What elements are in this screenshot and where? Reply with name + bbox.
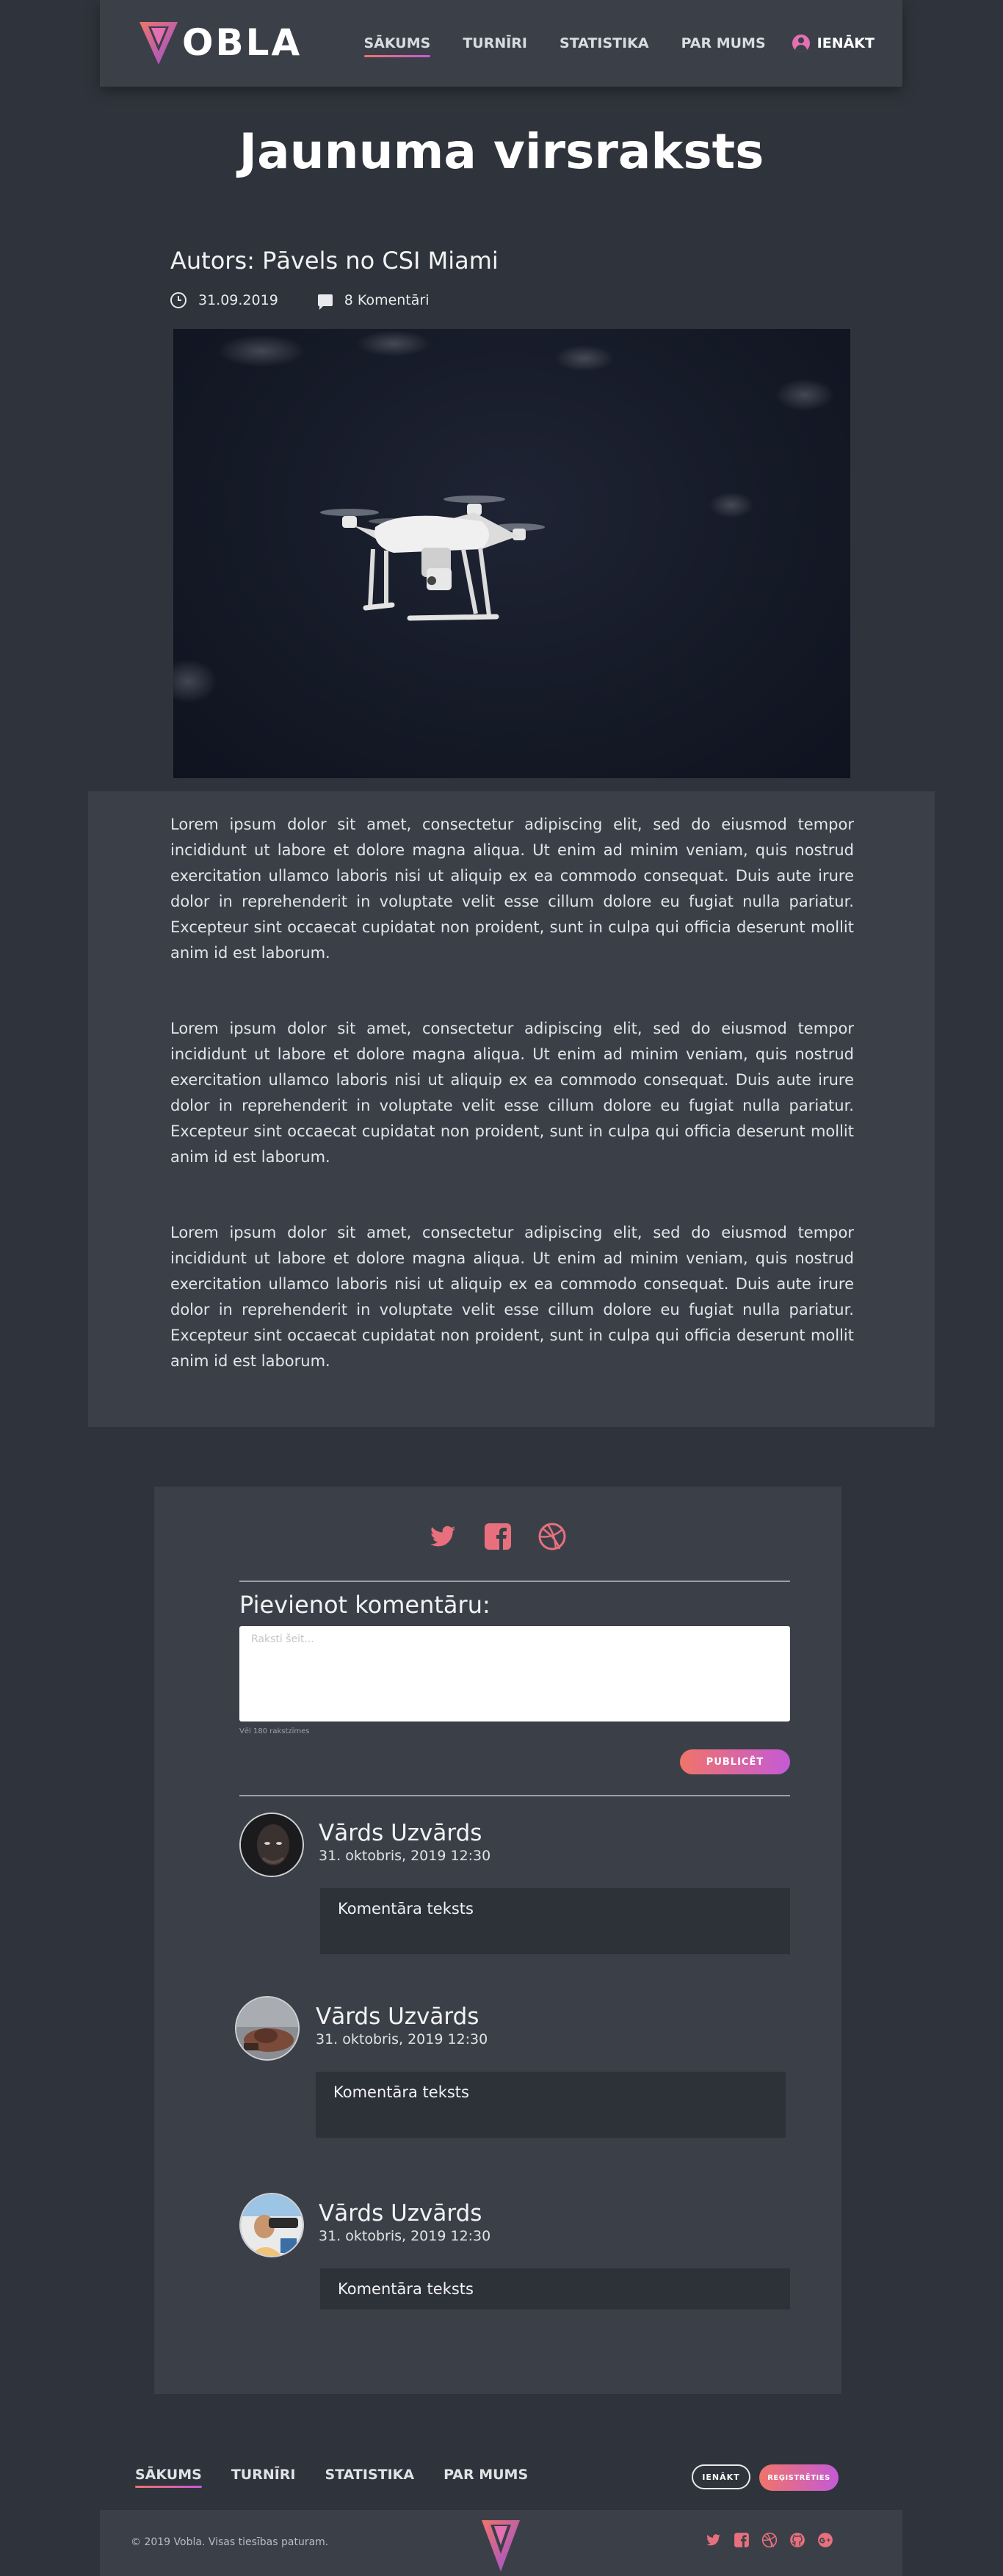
article-image	[173, 329, 850, 778]
avatar-image	[236, 1998, 298, 2059]
comment-date: 31. oktobris, 2019 12:30	[319, 2228, 491, 2244]
article-meta: 31.09.2019 8 Komentāri	[170, 292, 430, 310]
footer-nav: SĀKUMS TURNĪRI STATISTIKA PAR MUMS	[135, 2467, 528, 2488]
dribbble-icon[interactable]	[537, 1522, 567, 1551]
article-date: 31.09.2019	[198, 292, 278, 308]
divider	[239, 1795, 790, 1796]
avatar[interactable]	[239, 1813, 304, 1877]
github-icon[interactable]	[789, 2532, 805, 2548]
avatar[interactable]	[239, 2193, 304, 2257]
comment-icon	[317, 294, 333, 310]
comment-text: Komentāra teksts	[333, 2083, 469, 2101]
comment-text: Komentāra teksts	[338, 2280, 474, 2298]
nav-item-tournaments[interactable]: TURNĪRI	[463, 35, 527, 51]
footer-login-button[interactable]: IENĀKT	[692, 2464, 750, 2489]
login-button[interactable]: IENĀKT	[792, 35, 875, 52]
article-body: Lorem ipsum dolor sit amet, consectetur …	[88, 791, 935, 1427]
article-paragraph: Lorem ipsum dolor sit amet, consectetur …	[170, 1224, 854, 1370]
bottom-bar: © 2019 Vobla. Visas tiesības paturam.	[100, 2510, 902, 2576]
comment-author: Vārds Uzvārds	[319, 1820, 482, 1846]
comment-body: Komentāra teksts	[320, 1888, 790, 1954]
dribbble-icon[interactable]	[761, 2532, 778, 2548]
comment-item	[239, 1813, 304, 1877]
footer-social-icons	[706, 2532, 833, 2548]
page-title: Jaunuma virsraksts	[239, 123, 764, 180]
copyright: © 2019 Vobla. Visas tiesības paturam.	[131, 2536, 329, 2548]
comments-section: Pievienot komentāru: Vēl 180 rakstzīmes …	[154, 1487, 841, 2394]
avatar-image	[241, 2194, 303, 2256]
nav-item-home[interactable]: SĀKUMS	[363, 35, 430, 57]
main-nav: SĀKUMS TURNĪRI STATISTIKA PAR MUMS IENĀK…	[348, 0, 903, 87]
footer-nav-about[interactable]: PAR MUMS	[443, 2467, 528, 2483]
footer-register-button[interactable]: REĢISTRĒTIES	[759, 2464, 839, 2491]
comment-text: Komentāra teksts	[338, 1900, 474, 1918]
facebook-icon[interactable]	[483, 1522, 513, 1551]
comments-count[interactable]: 8 Komentāri	[344, 292, 430, 308]
nav-item-about[interactable]: PAR MUMS	[681, 35, 766, 51]
comment-body: Komentāra teksts	[320, 2268, 790, 2310]
clock-icon	[170, 292, 187, 308]
comment-date: 31. oktobris, 2019 12:30	[316, 2031, 488, 2047]
user-icon	[792, 35, 810, 52]
comment-item	[235, 1996, 300, 2061]
login-label: IENĀKT	[816, 35, 875, 51]
avatar[interactable]	[235, 1996, 300, 2061]
share-buttons	[154, 1522, 841, 1551]
footer-nav-tournaments[interactable]: TURNĪRI	[231, 2467, 296, 2483]
avatar-image	[241, 1814, 303, 1876]
twitter-icon[interactable]	[429, 1522, 458, 1551]
footer-nav-statistics[interactable]: STATISTIKA	[325, 2467, 415, 2483]
facebook-icon[interactable]	[734, 2532, 750, 2548]
comment-input[interactable]	[239, 1626, 790, 1721]
drone-image	[173, 330, 834, 703]
article-paragraph: Lorem ipsum dolor sit amet, consectetur …	[170, 1020, 854, 1166]
publish-button[interactable]: PUBLICĒT	[680, 1749, 790, 1774]
article-author: Autors: Pāvels no CSI Miami	[170, 247, 499, 275]
footer-logo-icon[interactable]	[480, 2513, 521, 2576]
article-paragraph: Lorem ipsum dolor sit amet, consectetur …	[170, 816, 854, 962]
comment-author: Vārds Uzvārds	[319, 2200, 482, 2227]
nav-item-statistics[interactable]: STATISTIKA	[560, 35, 649, 51]
comment-body: Komentāra teksts	[316, 2072, 786, 2138]
twitter-icon[interactable]	[706, 2532, 722, 2548]
google-plus-icon[interactable]	[817, 2532, 833, 2548]
comment-author: Vārds Uzvārds	[316, 2003, 479, 2030]
comment-date: 31. oktobris, 2019 12:30	[319, 1848, 491, 1864]
chars-remaining: Vēl 180 rakstzīmes	[239, 1727, 310, 1735]
logo-v-icon	[140, 22, 178, 65]
divider	[239, 1581, 790, 1582]
logo[interactable]: OBLA	[138, 15, 300, 70]
comment-item	[239, 2193, 304, 2257]
footer-nav-home[interactable]: SĀKUMS	[135, 2467, 202, 2488]
top-header: OBLA SĀKUMS TURNĪRI STATISTIKA PAR MUMS …	[100, 0, 902, 87]
add-comment-title: Pievienot komentāru:	[239, 1591, 490, 1619]
